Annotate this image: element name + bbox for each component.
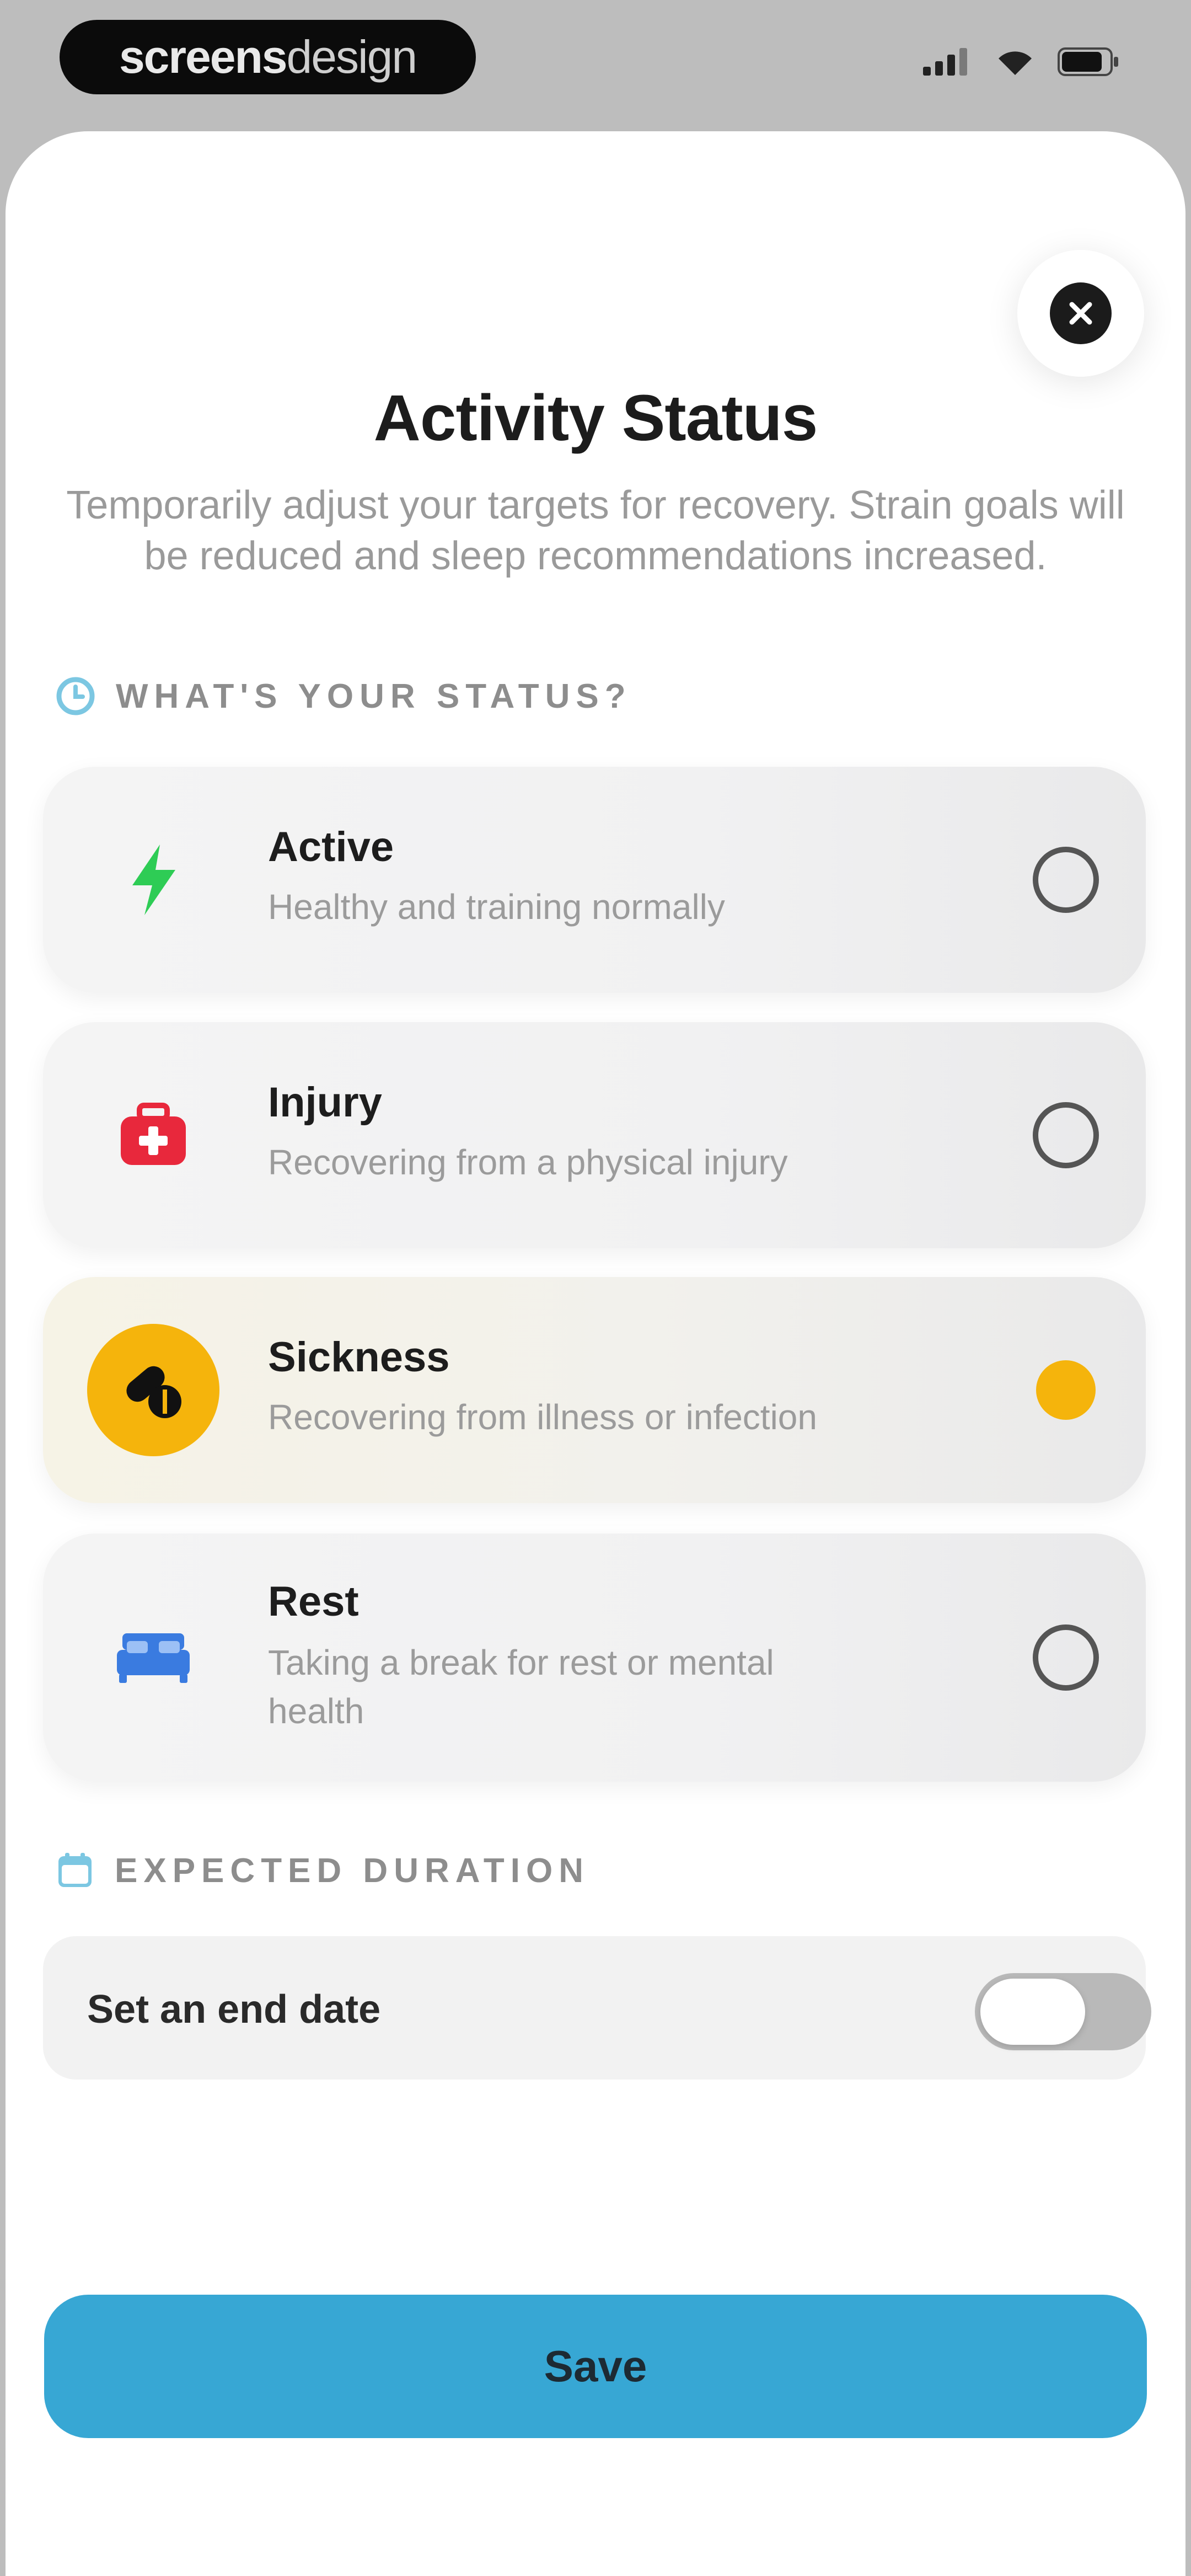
- option-description: Recovering from a physical injury: [268, 1142, 788, 1182]
- duration-section-label: EXPECTED DURATION: [115, 1851, 590, 1890]
- status-section-header: WHAT'S YOUR STATUS?: [55, 676, 632, 717]
- clock-icon: [56, 677, 95, 715]
- status-option-injury[interactable]: Injury Recovering from a physical injury: [43, 1022, 1146, 1248]
- lightning-icon: [87, 814, 219, 946]
- option-description: Taking a break for rest or mental health: [268, 1643, 774, 1731]
- status-option-rest[interactable]: Rest Taking a break for rest or mental h…: [43, 1533, 1146, 1782]
- option-title: Sickness: [268, 1334, 450, 1381]
- end-date-row: Set an end date: [43, 1936, 1151, 2080]
- pills-icon: [87, 1324, 219, 1456]
- close-button[interactable]: [1017, 250, 1144, 377]
- wifi-icon: [999, 51, 1032, 75]
- option-description: Healthy and training normally: [268, 887, 725, 927]
- system-icons: [923, 47, 1119, 76]
- status-option-sickness[interactable]: Sickness Recovering from illness or infe…: [43, 1277, 1146, 1503]
- radio-button-selected[interactable]: [1036, 1360, 1096, 1420]
- duration-section-header: EXPECTED DURATION: [55, 1851, 589, 1890]
- save-button[interactable]: Save: [44, 2295, 1147, 2438]
- radio-button[interactable]: [1033, 847, 1099, 913]
- calendar-icon: [58, 1853, 92, 1887]
- bed-icon: [87, 1591, 219, 1724]
- page-title: Activity Status: [373, 382, 818, 455]
- option-description: Recovering from illness or infection: [268, 1397, 817, 1437]
- page-subtitle: Temporarily adjust your targets for reco…: [66, 483, 1125, 578]
- close-icon: [1050, 282, 1112, 344]
- screen: screens design Activity Status Temporari…: [0, 0, 1191, 2576]
- radio-button[interactable]: [1033, 1624, 1099, 1691]
- status-bar: screens design: [0, 0, 1191, 127]
- brand-logo: screens design: [60, 20, 476, 94]
- first-aid-kit-icon: [87, 1069, 219, 1201]
- option-title: Rest: [268, 1578, 359, 1625]
- option-title: Injury: [268, 1079, 382, 1126]
- option-title: Active: [268, 824, 394, 870]
- toggle-knob: [980, 1979, 1085, 2045]
- end-date-label: Set an end date: [87, 1987, 381, 2032]
- signal-icon: [923, 48, 967, 76]
- battery-icon: [1058, 47, 1118, 76]
- status-option-active[interactable]: Active Healthy and training normally: [43, 767, 1146, 993]
- end-date-toggle[interactable]: [975, 1973, 1151, 2050]
- brand-text-light: design: [286, 31, 418, 83]
- status-section-label: WHAT'S YOUR STATUS?: [116, 677, 632, 715]
- radio-button[interactable]: [1033, 1102, 1099, 1168]
- brand-text-bold: screens: [119, 31, 288, 83]
